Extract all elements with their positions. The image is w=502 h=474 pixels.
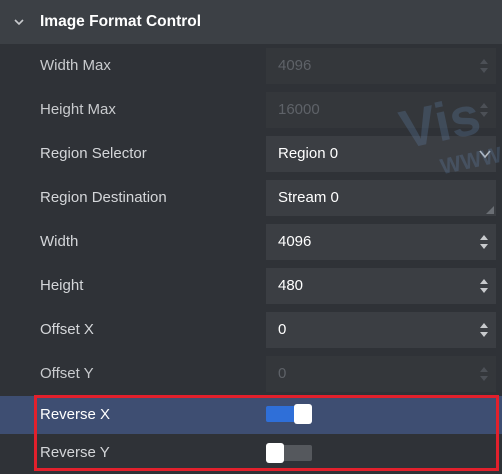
- height-input[interactable]: 480: [266, 268, 496, 304]
- property-row-offset-y: Offset Y 0: [0, 352, 502, 396]
- field-value: 4096: [278, 233, 312, 250]
- field-value: 0: [278, 321, 287, 338]
- toggle-knob: [294, 404, 312, 424]
- reverse-y-toggle[interactable]: [266, 443, 312, 463]
- resize-corner-icon: [486, 206, 494, 214]
- region-destination-field[interactable]: Stream 0: [266, 180, 496, 216]
- width-input[interactable]: 4096: [266, 224, 496, 260]
- property-row-offset-x: Offset X 0: [0, 308, 502, 352]
- offset-x-input[interactable]: 0: [266, 312, 496, 348]
- section-header-image-format-control[interactable]: Image Format Control: [0, 0, 502, 44]
- spinner-arrows-icon[interactable]: [480, 277, 488, 295]
- height-max-field: 16000: [266, 92, 496, 128]
- field-value: 16000: [278, 101, 320, 118]
- field-value: Stream 0: [278, 189, 339, 206]
- property-label: Offset X: [40, 321, 94, 338]
- region-selector-dropdown[interactable]: Region 0: [266, 136, 496, 172]
- spinner-arrows-icon: [480, 59, 488, 73]
- width-max-field: 4096: [266, 48, 496, 84]
- field-value: Region 0: [278, 145, 339, 162]
- spinner-arrows-icon[interactable]: [480, 321, 488, 339]
- property-label: Width: [40, 233, 79, 250]
- property-label: Reverse X: [40, 406, 111, 423]
- field-value: 4096: [278, 57, 312, 74]
- property-label: Height Max: [40, 101, 116, 118]
- spinner-arrows-icon: [480, 103, 488, 117]
- property-label: Width Max: [40, 57, 111, 74]
- property-label: Region Selector: [40, 145, 147, 162]
- property-row-height: Height 480: [0, 264, 502, 308]
- section-title: Image Format Control: [40, 13, 202, 30]
- property-row-width: Width 4096: [0, 220, 502, 264]
- toggle-knob: [266, 443, 284, 463]
- property-row-height-max: Height Max 16000: [0, 88, 502, 132]
- property-row-width-max: Width Max 4096: [0, 44, 502, 88]
- property-row-region-destination: Region Destination Stream 0: [0, 176, 502, 220]
- property-row-reverse-x[interactable]: Reverse X: [0, 396, 502, 434]
- property-label: Offset Y: [40, 365, 94, 382]
- spinner-arrows-icon[interactable]: [480, 233, 488, 251]
- property-label: Reverse Y: [40, 444, 110, 461]
- property-row-region-selector: Region Selector Region 0: [0, 132, 502, 176]
- field-value: 480: [278, 277, 304, 294]
- dropdown-arrow-icon[interactable]: [479, 149, 491, 159]
- chevron-down-icon[interactable]: [12, 15, 26, 29]
- property-label: Height: [40, 277, 84, 294]
- field-value: 0: [278, 365, 287, 382]
- property-row-reverse-y: Reverse Y: [0, 434, 502, 472]
- spinner-arrows-icon: [480, 367, 488, 381]
- property-label: Region Destination: [40, 189, 167, 206]
- reverse-x-toggle[interactable]: [266, 404, 312, 424]
- offset-y-field: 0: [266, 356, 496, 392]
